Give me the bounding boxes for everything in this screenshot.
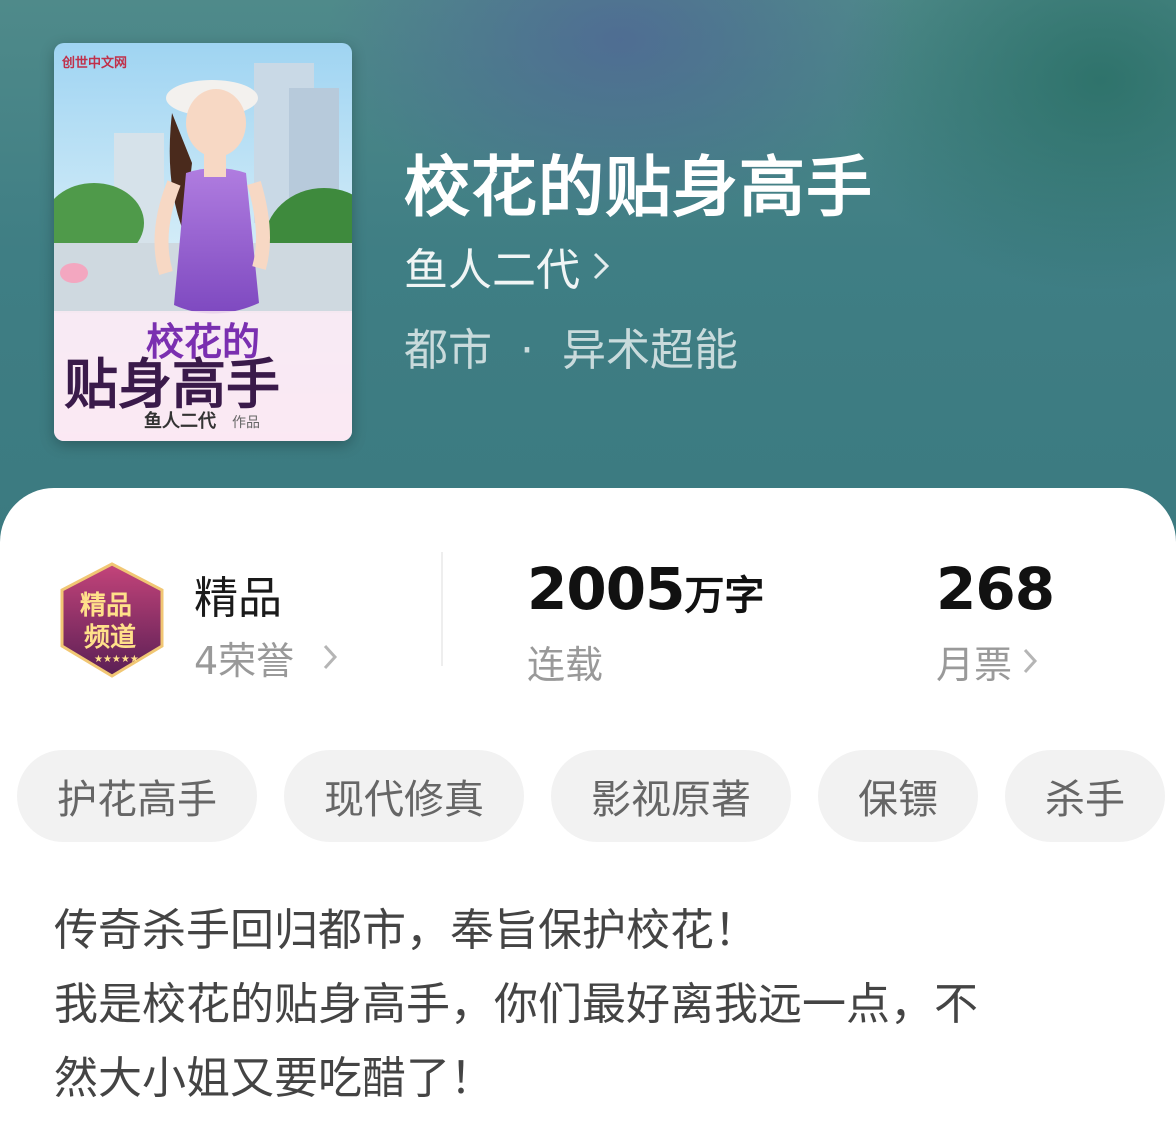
chevron-right-icon [1022, 640, 1038, 684]
monthly-votes-label: 月票 [936, 643, 1013, 687]
honors-count: 4荣誉 [194, 639, 295, 683]
badge-text-line1: 精品 [80, 591, 132, 621]
description-line: 传奇杀手回归都市，奉旨保护校花！ [54, 905, 758, 956]
category[interactable]: 都市 [404, 325, 492, 376]
premium-channel-badge-icon: 精品 频道 ★★★★★ [54, 560, 170, 680]
tag-chip[interactable]: 杀手 [1005, 750, 1165, 842]
description-line: 我是校花的贴身高手，你们最好离我远一点，不 [54, 979, 978, 1030]
tag-list: 护花高手 现代修真 影视原著 保镖 杀手 [17, 750, 1176, 842]
tag-chip[interactable]: 影视原著 [551, 750, 791, 842]
monthly-votes-link[interactable]: 月票 [936, 634, 1038, 689]
honors-link[interactable]: 4荣誉 [194, 630, 338, 685]
word-count: 2005万字 [527, 555, 764, 623]
monthly-votes-number: 268 [936, 555, 1055, 623]
tag-chip[interactable]: 护花高手 [17, 750, 257, 842]
cover-author-credit: 鱼人二代 [144, 410, 216, 432]
stats-divider [441, 552, 443, 666]
subcategory[interactable]: 异术超能 [562, 325, 738, 376]
cover-credit-suffix: 作品 [232, 415, 260, 431]
author-name: 鱼人二代 [404, 245, 580, 296]
word-count-unit: 万字 [684, 573, 765, 619]
category-separator: · [520, 325, 534, 376]
tag-chip[interactable]: 现代修真 [284, 750, 524, 842]
book-description[interactable]: 传奇杀手回归都市，奉旨保护校花！ 我是校花的贴身高手，你们最好离我远一点，不 然… [54, 894, 1134, 1116]
chevron-right-icon [592, 241, 610, 292]
category-row: 都市 · 异术超能 [404, 314, 738, 378]
cover-title-line2: 贴身高手 [64, 352, 280, 416]
serial-status: 连载 [527, 643, 604, 687]
description-line: 然大小姐又要吃醋了！ [54, 1053, 494, 1104]
tag-chip[interactable]: 保镖 [818, 750, 978, 842]
cover-publisher-logo: 创世中文网 [61, 55, 127, 71]
book-title: 校花的贴身高手 [404, 149, 873, 226]
grade-title: 精品 [194, 573, 282, 624]
book-cover[interactable]: 校花的 贴身高手 鱼人二代 作品 创世中文网 [54, 43, 352, 441]
badge-text-line2: 频道 [84, 622, 136, 653]
svg-text:★★★★★: ★★★★★ [94, 654, 139, 665]
monthly-votes-value: 268 [936, 555, 1055, 623]
chevron-right-icon [322, 636, 338, 680]
word-count-value: 2005 [527, 555, 685, 623]
author-link[interactable]: 鱼人二代 [404, 236, 610, 296]
